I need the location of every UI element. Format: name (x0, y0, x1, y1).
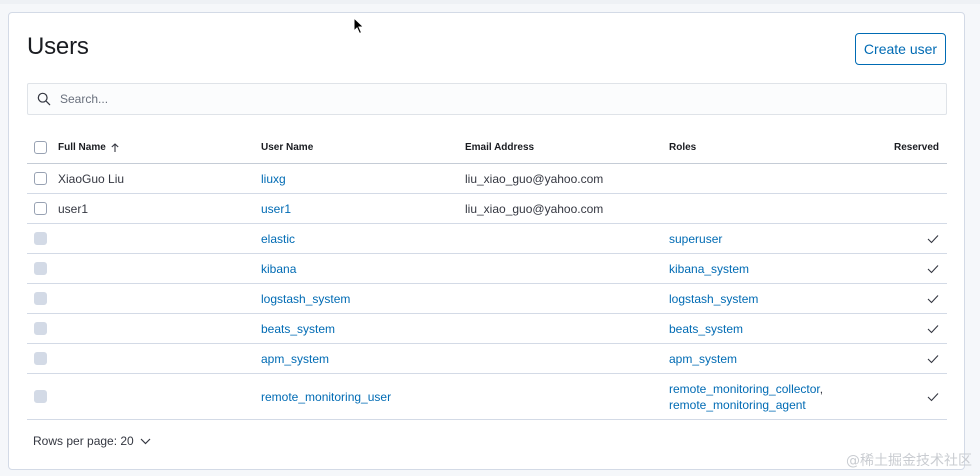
role-separator: , (819, 381, 824, 396)
table-row: XiaoGuo Liu liuxg liu_xiao_guo@yahoo.com (27, 164, 947, 194)
table-row: remote_monitoring_user remote_monitoring… (27, 374, 947, 420)
cell-reserved (879, 294, 947, 304)
chevron-down-icon (140, 438, 151, 444)
cell-user-name-link[interactable]: user1 (261, 202, 465, 216)
cell-role-link[interactable]: apm_system (669, 351, 879, 367)
row-checkbox[interactable] (34, 202, 47, 215)
cell-reserved (879, 392, 947, 402)
mouse-cursor-icon (353, 17, 365, 35)
check-icon (927, 354, 939, 363)
cell-user-name-link[interactable]: apm_system (261, 352, 465, 366)
cell-user-name-link[interactable]: liuxg (261, 172, 465, 186)
cell-user-name-link[interactable]: logstash_system (261, 292, 465, 306)
row-checkbox-disabled (34, 262, 47, 275)
check-icon (927, 392, 939, 401)
check-icon (927, 234, 939, 243)
cell-roles: remote_monitoring_collector, remote_moni… (669, 381, 879, 413)
top-strip (0, 0, 980, 4)
row-checkbox-disabled (34, 390, 47, 403)
row-checkbox-disabled (34, 352, 47, 365)
row-checkbox[interactable] (34, 172, 47, 185)
users-table: Full Name User Name Email Address Roles … (27, 132, 947, 420)
table-row: user1 user1 liu_xiao_guo@yahoo.com (27, 194, 947, 224)
sort-ascending-icon (111, 142, 119, 152)
search-bar[interactable] (27, 83, 947, 115)
cell-role-link[interactable]: superuser (669, 231, 879, 247)
cell-role-link[interactable]: remote_monitoring_collector (669, 382, 820, 396)
check-icon (927, 324, 939, 333)
cell-role-link[interactable]: kibana_system (669, 261, 879, 277)
create-user-button[interactable]: Create user (855, 33, 946, 65)
column-reserved[interactable]: Reserved (879, 142, 947, 153)
users-panel: Users Create user Full Name User Name Em… (8, 12, 965, 470)
cell-full-name: user1 (58, 201, 89, 216)
table-row: kibana kibana_system (27, 254, 947, 284)
cell-reserved (879, 264, 947, 274)
column-roles[interactable]: Roles (669, 140, 879, 156)
cell-reserved (879, 234, 947, 244)
row-checkbox-disabled (34, 232, 47, 245)
row-checkbox-disabled (34, 292, 47, 305)
rows-per-page-selector[interactable]: Rows per page: 20 (33, 434, 151, 448)
page-title: Users (27, 33, 89, 60)
cell-user-name-link[interactable]: elastic (261, 232, 465, 246)
check-icon (927, 264, 939, 273)
table-row: beats_system beats_system (27, 314, 947, 344)
cell-user-name-link[interactable]: kibana (261, 262, 465, 276)
cell-full-name: XiaoGuo Liu (58, 171, 125, 186)
column-email[interactable]: Email Address (465, 142, 669, 153)
table-row: elastic superuser (27, 224, 947, 254)
search-icon (28, 92, 60, 106)
watermark-text: @稀土掘金技术社区 (846, 453, 972, 469)
cell-email: liu_xiao_guo@yahoo.com (465, 171, 604, 186)
search-input[interactable] (60, 84, 946, 114)
column-full-name-label: Full Name (58, 142, 106, 153)
table-header: Full Name User Name Email Address Roles … (27, 132, 947, 164)
cell-user-name-link[interactable]: beats_system (261, 322, 465, 336)
rows-per-page-label: Rows per page: 20 (33, 434, 134, 448)
cell-role-link[interactable]: remote_monitoring_agent (669, 398, 806, 412)
cell-email: liu_xiao_guo@yahoo.com (465, 201, 604, 216)
cell-role-link[interactable]: beats_system (669, 321, 879, 337)
table-row: apm_system apm_system (27, 344, 947, 374)
column-user-name[interactable]: User Name (261, 142, 465, 153)
check-icon (927, 294, 939, 303)
cell-reserved (879, 324, 947, 334)
table-row: logstash_system logstash_system (27, 284, 947, 314)
row-checkbox-disabled (34, 322, 47, 335)
cell-role-link[interactable]: logstash_system (669, 291, 879, 307)
cell-user-name-link[interactable]: remote_monitoring_user (261, 390, 465, 404)
cell-reserved (879, 354, 947, 364)
column-full-name[interactable]: Full Name (58, 142, 261, 153)
select-all-checkbox[interactable] (34, 141, 47, 154)
